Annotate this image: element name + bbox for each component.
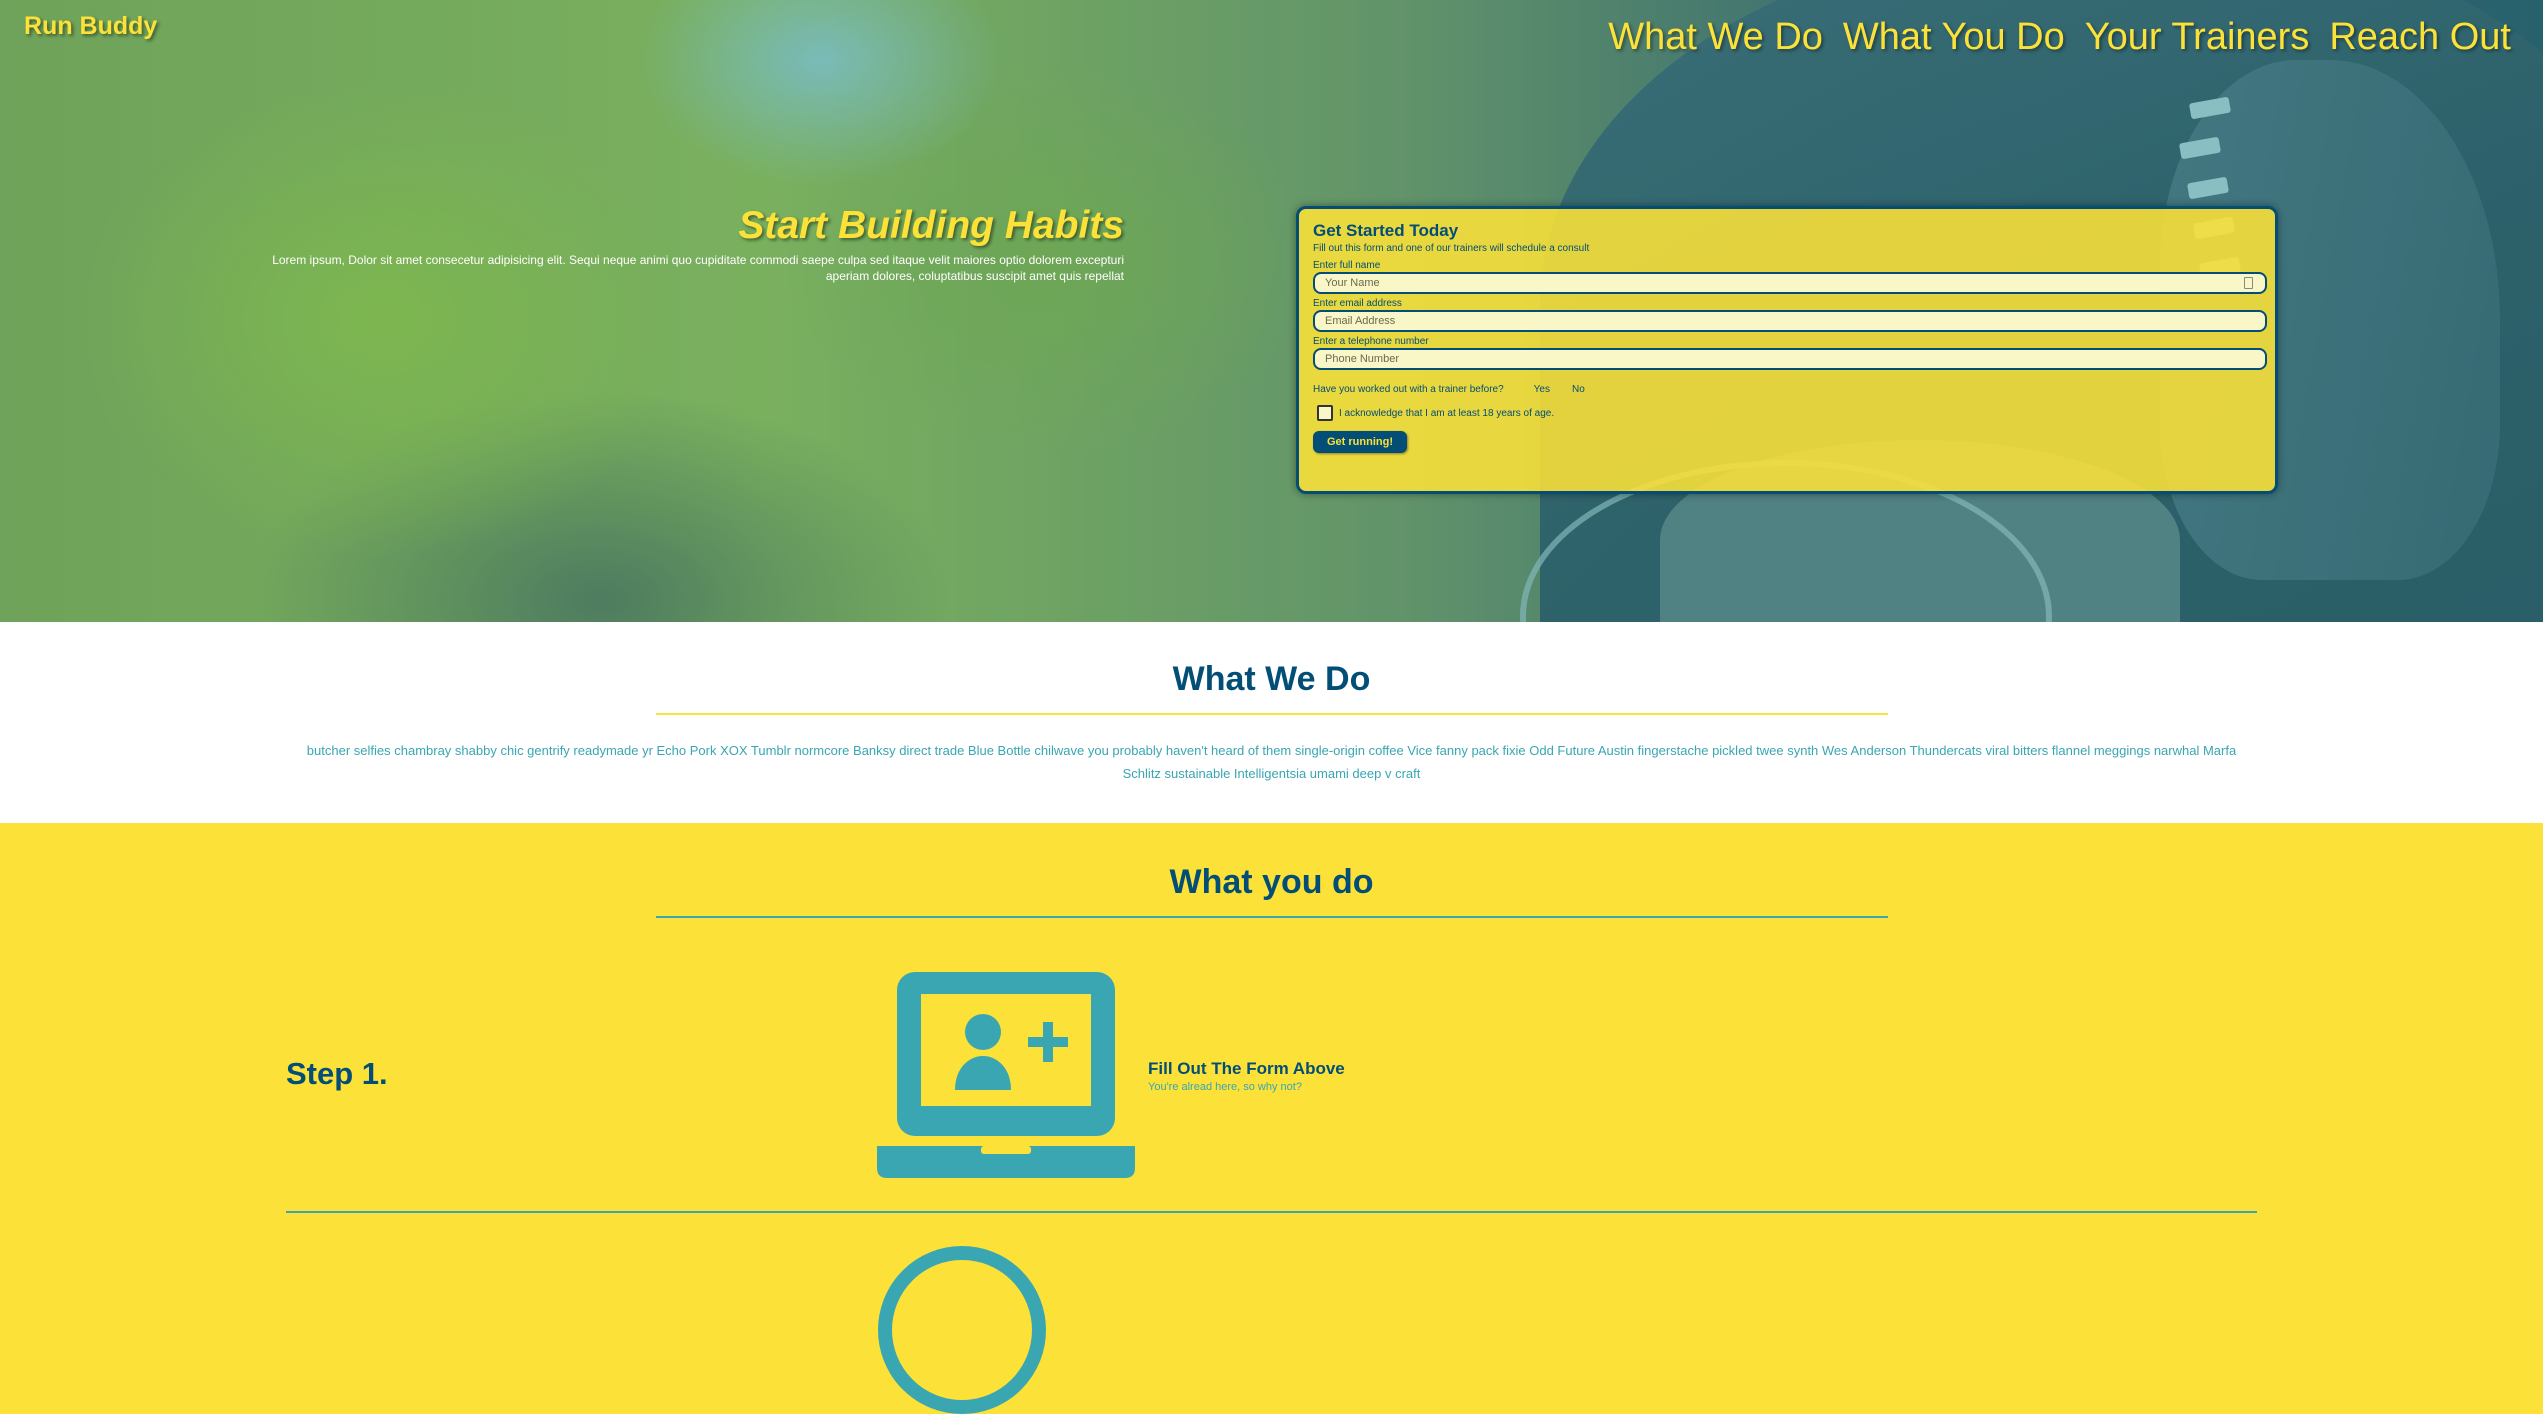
step-1-heading: Fill Out The Form Above (1148, 1059, 1345, 1078)
radio-yes[interactable]: Yes (1534, 384, 1550, 395)
main-nav: What We Do What You Do Your Trainers Rea… (1608, 16, 2511, 59)
hero-section: Run Buddy What We Do What You Do Your Tr… (0, 0, 2543, 622)
hero-text: Start Building Habits Lorem ipsum, Dolor… (250, 204, 1124, 284)
phone-label: Enter a telephone number (1313, 336, 1429, 347)
nav-link-what-we-do[interactable]: What We Do (1608, 16, 1823, 59)
nav-link-reach-out[interactable]: Reach Out (2329, 16, 2511, 59)
nav-link-what-you-do[interactable]: What You Do (1843, 16, 2065, 59)
name-field[interactable]: Your Name (1313, 272, 2267, 294)
what-we-do-text: butcher selfies chambray shabby chic gen… (306, 743, 2237, 781)
step-divider (286, 1211, 2257, 1213)
autofill-icon[interactable] (2244, 277, 2253, 289)
trainer-question: Have you worked out with a trainer befor… (1313, 384, 1504, 395)
what-you-do-title: What you do (1169, 863, 1374, 901)
acknowledge-checkbox[interactable] (1317, 405, 1333, 421)
what-we-do-title: What We Do (1172, 660, 1371, 698)
name-label: Enter full name (1313, 260, 1381, 271)
step-1-label: Step 1. (286, 1056, 388, 1091)
form-subtitle: Fill out this form and one of our traine… (1313, 243, 1590, 254)
section-divider (655, 916, 1888, 918)
email-placeholder: Email Address (1325, 315, 1396, 327)
step-2-icon (878, 1246, 1046, 1414)
phone-field[interactable]: Phone Number (1313, 348, 2267, 370)
acknowledge-row: I acknowledge that I am at least 18 year… (1313, 405, 2261, 421)
brand-logo[interactable]: Run Buddy (24, 12, 157, 41)
form-title: Get Started Today (1313, 221, 1459, 240)
phone-placeholder: Phone Number (1325, 353, 1399, 365)
nav-link-your-trainers[interactable]: Your Trainers (2085, 16, 2310, 59)
laptop-add-user-icon (877, 972, 1135, 1178)
hero-subtitle: Lorem ipsum, Dolor sit amet consecetur a… (272, 253, 1124, 283)
hero-title: Start Building Habits (738, 204, 1124, 247)
what-you-do-section: What you do Step 1. Fill Out The Form Ab… (0, 823, 2543, 1414)
radio-no[interactable]: No (1572, 384, 1585, 395)
email-field[interactable]: Email Address (1313, 310, 2267, 332)
get-running-button[interactable]: Get running! (1313, 431, 1407, 453)
get-started-form: Get Started Today Fill out this form and… (1296, 206, 2278, 494)
trainer-question-row: Have you worked out with a trainer befor… (1313, 384, 2261, 395)
acknowledge-label: I acknowledge that I am at least 18 year… (1339, 407, 1555, 419)
what-we-do-section: What We Do butcher selfies chambray shab… (0, 622, 2543, 823)
name-placeholder: Your Name (1325, 277, 1380, 289)
step-1-text: You're alread here, so why not? (1148, 1081, 1302, 1093)
email-label: Enter email address (1313, 298, 1402, 309)
section-divider (655, 713, 1888, 715)
